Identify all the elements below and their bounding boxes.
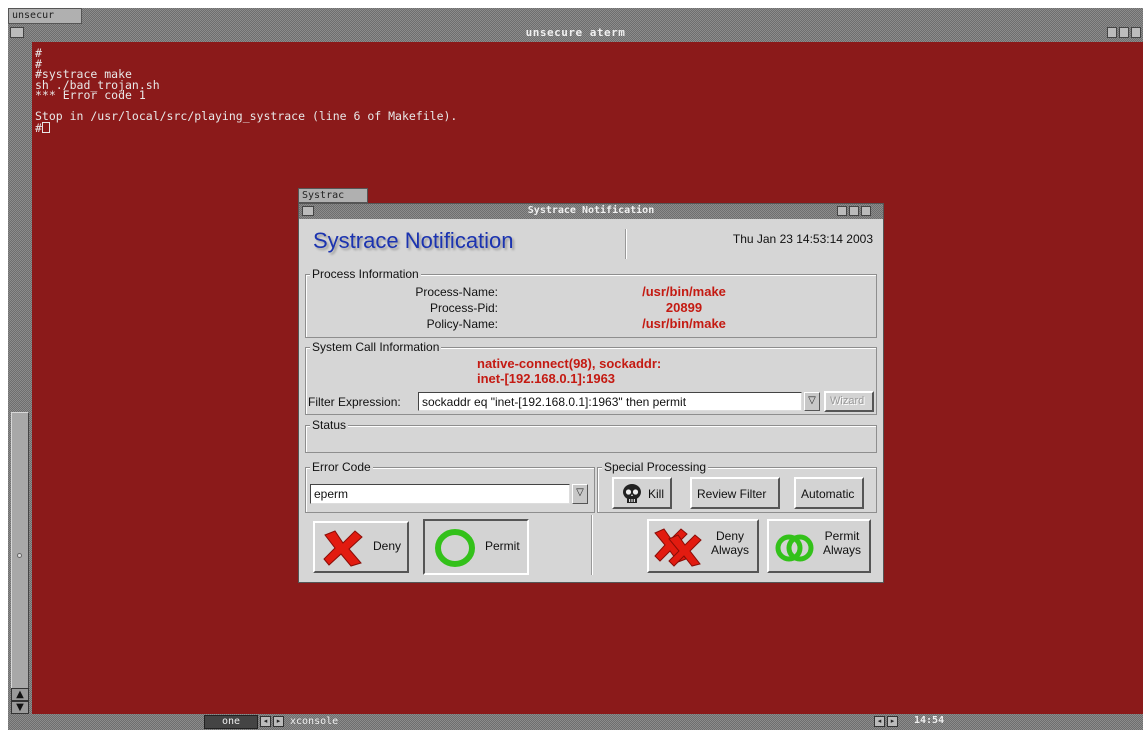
syscall-line-1: native-connect(98), sockaddr: [477, 356, 662, 371]
process-pid-label: Process-Pid: [429, 301, 498, 315]
group-legend: Process Information [310, 267, 421, 281]
process-name-label: Process-Name: [415, 285, 498, 299]
close-button[interactable] [1131, 27, 1141, 38]
error-code-group: Error Code eperm ▽ [305, 460, 595, 513]
syscall-line-2: inet-[192.168.0.1]:1963 [477, 371, 616, 386]
policy-name-label: Policy-Name: [426, 317, 498, 331]
review-filter-button[interactable]: Review Filter [690, 477, 780, 509]
terminal-output: # # #systrace make sh ./bad_trojan.sh **… [35, 46, 458, 135]
iconified-window-label: unsecur [12, 10, 55, 21]
wizard-button[interactable]: Wizard [824, 391, 874, 412]
notification-date: Thu Jan 23 14:53:14 2003 [732, 232, 873, 246]
green-circle-icon [435, 529, 475, 567]
action-divider [591, 515, 593, 575]
group-legend: Special Processing [602, 460, 709, 474]
pager-right-arrow-icon[interactable]: ▸ [273, 716, 284, 727]
scroll-down-arrow-icon[interactable]: ▼ [11, 701, 29, 714]
terminal-cursor [41, 121, 50, 133]
deny-label: Deny [373, 539, 402, 553]
aterm-title: unsecure aterm [525, 26, 626, 39]
iconify-button[interactable] [1107, 27, 1117, 38]
header-divider [625, 229, 627, 259]
window-controls [1107, 27, 1141, 39]
dialog-maximize-button[interactable] [849, 206, 859, 216]
filter-expression-label: Filter Expression: [308, 395, 401, 409]
maximize-button[interactable] [1119, 27, 1129, 38]
dialog-close-button[interactable] [861, 206, 871, 216]
error-code-dropdown-arrow-icon[interactable]: ▽ [572, 484, 588, 504]
group-legend: Status [310, 418, 349, 432]
skull-icon [623, 484, 641, 503]
task-scroll-left-icon[interactable]: ◂ [874, 716, 885, 727]
syscall-description: native-connect(98), sockaddr: inet-[192.… [477, 356, 661, 386]
pager-left-arrow-icon[interactable]: ◂ [260, 716, 271, 727]
status-group: Status [305, 418, 877, 453]
desktop: unsecur unsecure aterm ▲ ▼ # # #systrace… [8, 8, 1143, 730]
scrollbar-grip-icon [17, 553, 22, 558]
process-pid-value: 20899 [665, 300, 703, 315]
taskbar: one ◂ ▸ xconsole ◂ ▸ 14:54 [8, 714, 1143, 730]
aterm-titlebar[interactable]: unsecure aterm [8, 24, 1143, 42]
systrace-iconified-tab[interactable]: Systrac [298, 188, 368, 203]
group-legend: System Call Information [310, 340, 442, 354]
double-red-x-icon [654, 528, 702, 567]
scroll-up-arrow-icon[interactable]: ▲ [11, 688, 29, 701]
deny-button[interactable]: Deny [313, 521, 409, 573]
error-code-input[interactable]: eperm [310, 484, 570, 504]
group-legend: Error Code [310, 460, 373, 474]
task-xconsole[interactable]: xconsole [290, 715, 338, 729]
filter-expression-input[interactable]: sockaddr eq "inet-[192.168.0.1]:1963" th… [418, 392, 802, 411]
kill-label: Kill [648, 487, 665, 501]
systrace-tab-label: Systrac [302, 190, 345, 201]
dialog-title: Systrace Notification [527, 205, 655, 216]
permit-always-button[interactable]: Permit Always [767, 519, 871, 573]
filter-dropdown-arrow-icon[interactable]: ▽ [804, 392, 820, 411]
policy-name-value: /usr/bin/make [642, 316, 726, 331]
deny-always-label: Deny Always [711, 529, 750, 557]
permit-button[interactable]: Permit [423, 519, 529, 575]
task-scroll-right-icon[interactable]: ▸ [887, 716, 898, 727]
system-call-information-group: System Call Information native-connect(9… [305, 340, 877, 415]
double-green-circle-icon [775, 534, 814, 562]
process-name-value: /usr/bin/make [642, 284, 726, 299]
permit-label: Permit [485, 539, 520, 553]
systrace-dialog: Systrace Notification Systrace Notificat… [298, 203, 884, 583]
process-information-group: Process Information Process-Name: /usr/b… [305, 267, 877, 338]
scrollbar-thumb[interactable] [11, 412, 29, 712]
deny-always-button[interactable]: Deny Always [647, 519, 759, 573]
terminal-scrollbar[interactable]: ▲ ▼ [8, 42, 32, 714]
clock: 14:54 [914, 715, 945, 726]
dialog-heading: Systrace Notification [313, 228, 514, 253]
desktop-pager[interactable]: one [204, 715, 258, 729]
special-processing-group: Special Processing Kill Review Filter Au… [597, 460, 877, 513]
dialog-iconify-button[interactable] [837, 206, 847, 216]
permit-always-label: Permit Always [823, 529, 862, 557]
kill-button[interactable]: Kill [612, 477, 672, 509]
iconified-window-tab[interactable]: unsecur [8, 8, 82, 24]
red-x-icon [323, 530, 363, 567]
automatic-button[interactable]: Automatic [794, 477, 864, 509]
dialog-titlebar[interactable]: Systrace Notification [299, 204, 883, 219]
